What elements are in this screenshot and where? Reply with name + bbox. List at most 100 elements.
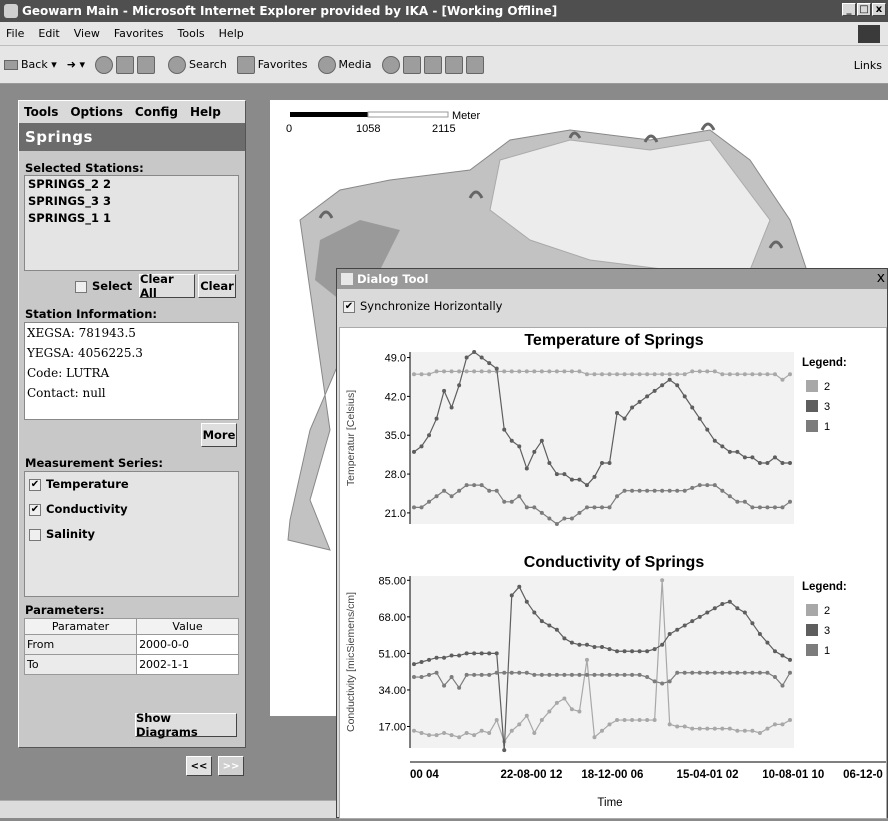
home-icon[interactable]	[137, 55, 155, 74]
data-point	[622, 372, 627, 377]
data-point	[607, 722, 612, 727]
media-button[interactable]: Media	[317, 55, 372, 74]
show-diagrams-button[interactable]: Show Diagrams	[135, 711, 237, 739]
back-button[interactable]: Back ▾	[4, 58, 57, 71]
forward-button[interactable]: ➜ ▾	[67, 58, 85, 71]
edit-icon[interactable]	[444, 55, 463, 74]
info-yegsa: YEGSA: 4056225.3	[27, 346, 143, 360]
temperature-checkbox[interactable]: ✔	[29, 478, 41, 491]
data-point	[690, 726, 695, 731]
mail-icon[interactable]	[402, 55, 421, 74]
y-tick-label: 17.00	[378, 722, 406, 734]
series-salinity[interactable]: Salinity	[25, 522, 238, 547]
clear-all-button[interactable]: Clear All	[139, 272, 195, 300]
data-point	[487, 651, 492, 656]
panel-menu-tools[interactable]: Tools	[24, 105, 58, 119]
menu-favorites[interactable]: Favorites	[114, 27, 164, 40]
data-point	[434, 655, 439, 660]
legend-swatch	[806, 400, 818, 412]
data-point	[667, 632, 672, 637]
param-header-value: Value	[136, 618, 239, 635]
data-point	[727, 494, 732, 499]
station-marker[interactable]	[700, 122, 716, 131]
data-point	[457, 369, 462, 374]
discuss-icon[interactable]	[465, 55, 484, 74]
maximize-button[interactable]: □	[857, 3, 871, 16]
series-conductivity[interactable]: ✔ Conductivity	[25, 497, 238, 522]
panel-menu-help[interactable]: Help	[190, 105, 221, 119]
data-point	[652, 647, 657, 652]
panel-menu-config[interactable]: Config	[135, 105, 178, 119]
data-point	[434, 494, 439, 499]
plot-area	[410, 352, 794, 524]
parameters-label: Parameters:	[25, 603, 105, 617]
history-icon[interactable]	[381, 55, 400, 74]
close-window-button[interactable]: x	[872, 3, 886, 16]
select-checkbox[interactable]: Select	[75, 279, 132, 293]
data-point	[727, 670, 732, 675]
search-button[interactable]: Search	[168, 55, 227, 74]
previous-button[interactable]: <<	[186, 756, 212, 776]
salinity-checkbox[interactable]	[29, 528, 41, 541]
data-point	[690, 405, 695, 410]
data-point	[472, 733, 477, 738]
data-point	[772, 505, 777, 510]
data-point	[562, 472, 567, 477]
station-item[interactable]: SPRINGS_1 1	[25, 210, 238, 227]
media-icon	[317, 55, 336, 74]
data-point	[697, 670, 702, 675]
stations-list[interactable]: SPRINGS_2 2 SPRINGS_3 3 SPRINGS_1 1	[24, 175, 239, 271]
station-item[interactable]: SPRINGS_3 3	[25, 193, 238, 210]
data-point	[780, 377, 785, 382]
data-point	[464, 651, 469, 656]
param-from-value[interactable]: 2000-0-0	[136, 634, 239, 655]
menu-view[interactable]: View	[74, 27, 100, 40]
data-point	[720, 726, 725, 731]
clear-button[interactable]: Clear	[198, 274, 236, 298]
favorites-button[interactable]: Favorites	[236, 55, 308, 74]
links-button[interactable]: Links	[854, 59, 882, 72]
data-point	[472, 483, 477, 488]
print-icon[interactable]	[423, 55, 442, 74]
data-point	[479, 483, 484, 488]
dialog-close-button[interactable]: x	[877, 270, 885, 286]
data-point	[622, 718, 627, 723]
stop-icon[interactable]	[95, 55, 113, 74]
data-point	[682, 670, 687, 675]
data-point	[765, 640, 770, 645]
data-point	[509, 369, 514, 374]
data-point	[509, 499, 514, 504]
data-point	[524, 713, 529, 718]
menu-file[interactable]: File	[6, 27, 24, 40]
minimize-button[interactable]: _	[842, 3, 856, 16]
panel-menu-options[interactable]: Options	[70, 105, 123, 119]
menu-help[interactable]: Help	[219, 27, 244, 40]
y-axis-label: Conductivity [micSiemens/cm]	[345, 592, 357, 732]
data-point	[449, 405, 454, 410]
data-point	[449, 675, 454, 680]
next-button[interactable]: >>	[218, 756, 244, 776]
conductivity-checkbox[interactable]: ✔	[29, 503, 41, 516]
data-point	[757, 632, 762, 637]
series-temperature[interactable]: ✔ Temperature	[25, 472, 238, 497]
data-point	[615, 718, 620, 723]
x-axis-label: Time	[597, 797, 622, 809]
scale-tick-1: 1058	[356, 123, 380, 135]
more-button[interactable]: More	[201, 423, 237, 447]
java-icon	[341, 273, 353, 285]
data-point	[592, 474, 597, 479]
station-item[interactable]: SPRINGS_2 2	[25, 176, 238, 193]
data-point	[757, 505, 762, 510]
data-point	[600, 672, 604, 677]
param-to-value[interactable]: 2002-1-1	[136, 654, 239, 675]
synchronize-checkbox-box[interactable]: ✔	[343, 300, 355, 313]
data-point	[464, 483, 469, 488]
dialog-title-bar[interactable]: Dialog Tool x	[337, 269, 887, 289]
refresh-icon[interactable]	[116, 55, 134, 74]
select-checkbox-box[interactable]	[75, 280, 87, 293]
data-point	[788, 460, 792, 465]
dialog-tool-window: Dialog Tool x ✔ Synchronize Horizontally …	[336, 268, 888, 819]
menu-tools[interactable]: Tools	[178, 27, 205, 40]
synchronize-checkbox[interactable]: ✔ Synchronize Horizontally	[343, 299, 503, 313]
menu-edit[interactable]: Edit	[38, 27, 59, 40]
